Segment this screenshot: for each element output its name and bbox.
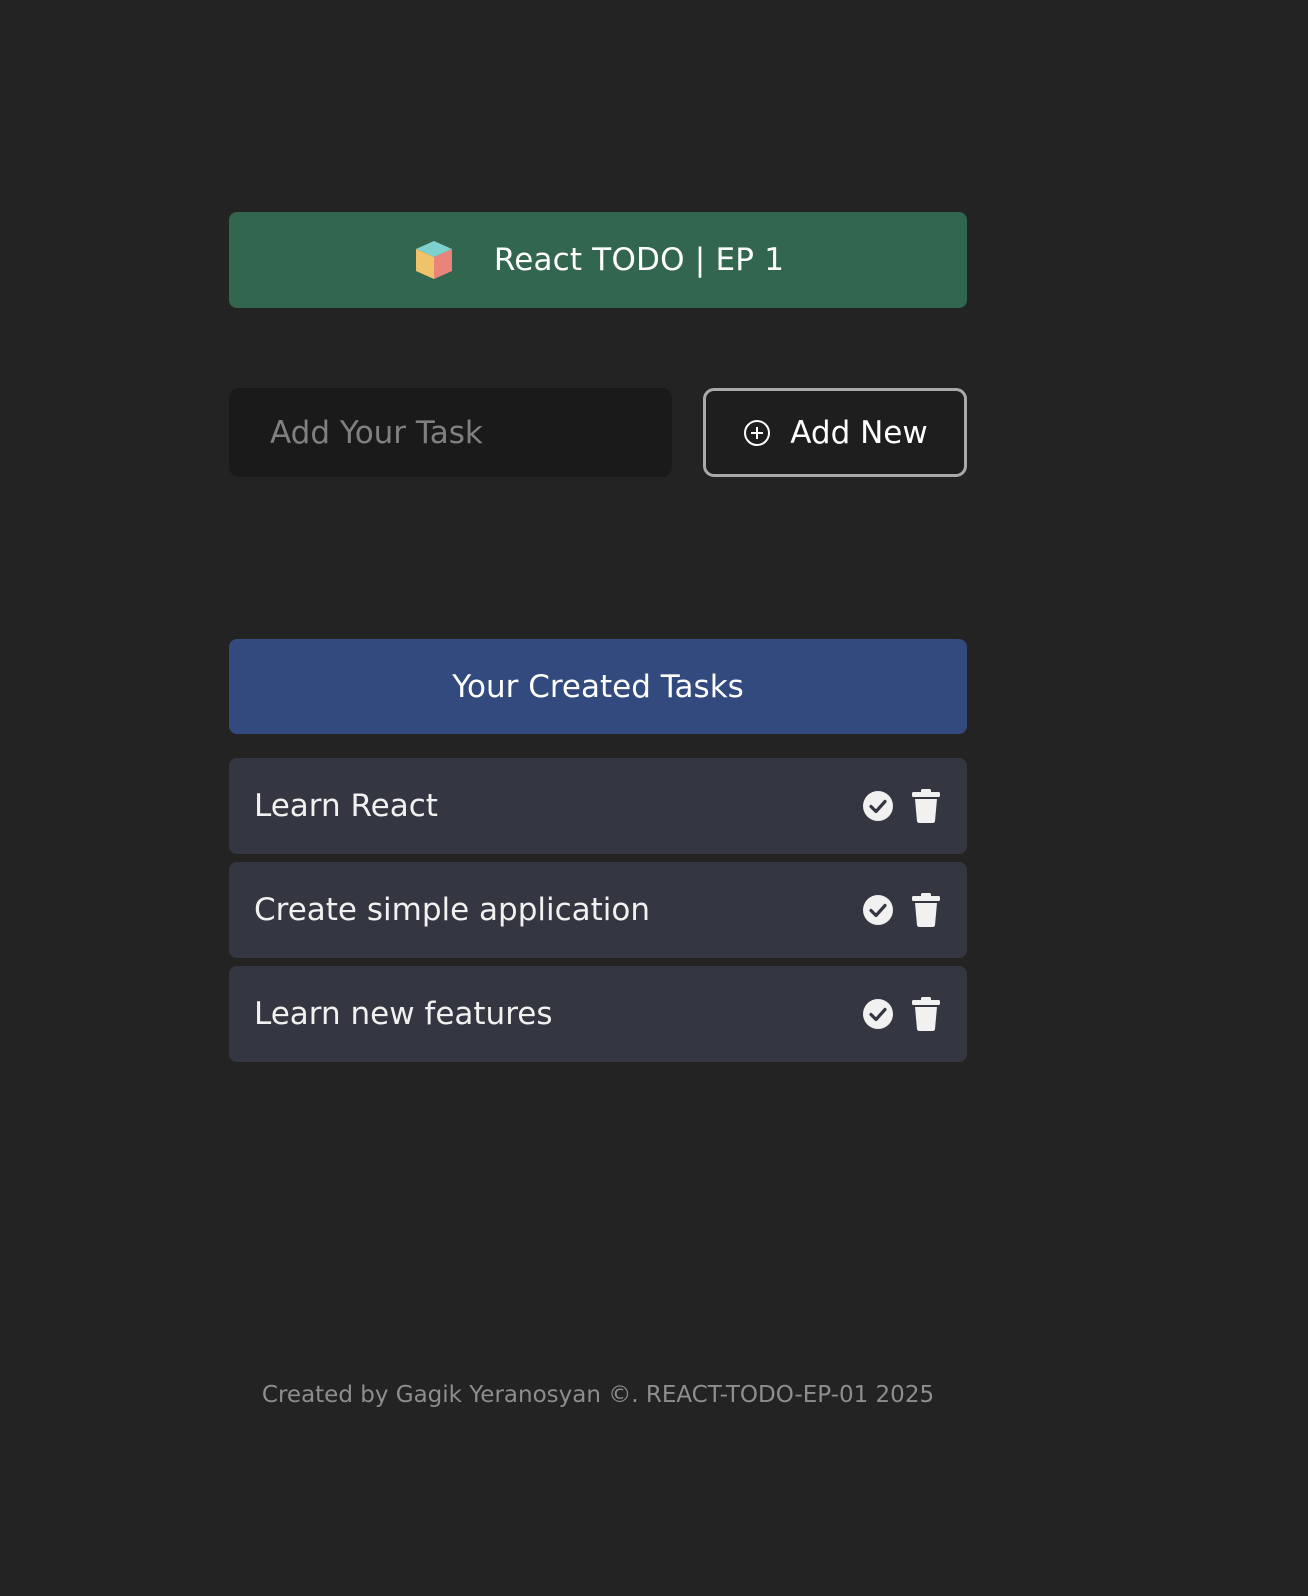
task-actions xyxy=(862,789,942,823)
add-new-button-label: Add New xyxy=(790,414,928,451)
app-header: React TODO | EP 1 xyxy=(229,212,967,308)
check-circle-icon[interactable] xyxy=(862,790,894,822)
task-actions xyxy=(862,893,942,927)
check-circle-icon[interactable] xyxy=(862,894,894,926)
task-label: Learn new features xyxy=(254,996,553,1032)
footer-text: Created by Gagik Yeranosyan ©. REACT-TOD… xyxy=(261,1382,935,1408)
tasks-heading: Your Created Tasks xyxy=(229,639,967,734)
task-item: Create simple application xyxy=(229,862,967,958)
cube-logo-icon xyxy=(412,238,456,282)
task-actions xyxy=(862,997,942,1031)
add-new-button[interactable]: Add New xyxy=(703,388,967,477)
task-item: Learn new features xyxy=(229,966,967,1062)
todo-app: React TODO | EP 1 Add New Your Created T… xyxy=(0,0,1308,1596)
task-input[interactable] xyxy=(229,388,672,477)
check-circle-icon[interactable] xyxy=(862,998,894,1030)
tasks-heading-text: Your Created Tasks xyxy=(452,668,744,705)
trash-icon[interactable] xyxy=(910,997,942,1031)
trash-icon[interactable] xyxy=(910,789,942,823)
trash-icon[interactable] xyxy=(910,893,942,927)
task-label: Create simple application xyxy=(254,892,651,928)
plus-circle-icon xyxy=(742,418,772,448)
task-list: Learn React Create simple application Le… xyxy=(229,758,967,1070)
app-title: React TODO | EP 1 xyxy=(493,242,785,278)
task-item: Learn React xyxy=(229,758,967,854)
task-label: Learn React xyxy=(254,788,438,824)
